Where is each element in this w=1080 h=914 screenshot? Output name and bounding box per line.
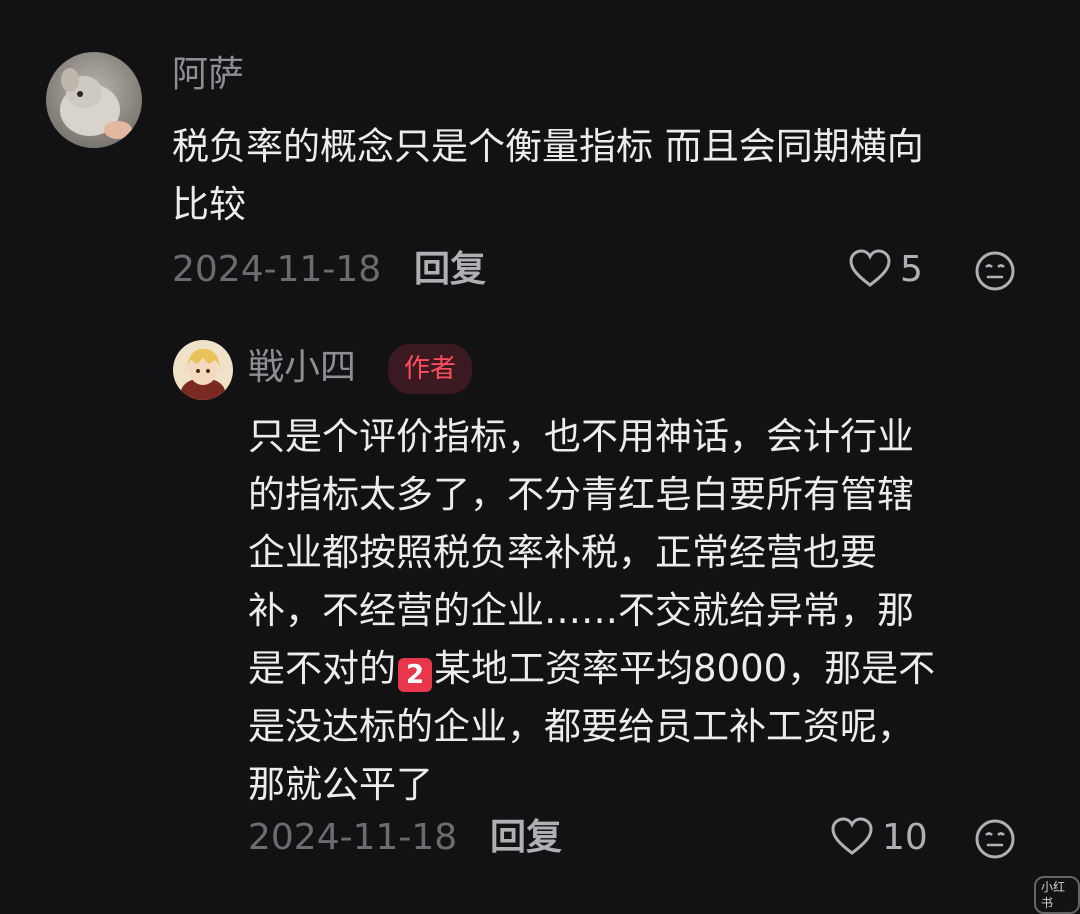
heart-outline-icon (848, 248, 892, 292)
reply-text-segment: 是不对的 (248, 647, 396, 690)
reply-like-button[interactable]: 10 (830, 816, 928, 860)
reply-text-line: 补，不经营的企业……不交就给异常，那 (248, 589, 914, 632)
reply-text-line: 那就公平了 (248, 763, 433, 806)
comment-date: 2024-11-18 (172, 249, 382, 290)
watermark-logo: 小红书 (1034, 876, 1080, 914)
reply-emoji-button[interactable] (974, 818, 1016, 864)
author-badge: 作者 (388, 344, 473, 394)
comment-text: 税负率的概念只是个衡量指标 而且会同期横向 比较 (172, 118, 1042, 234)
reply-username[interactable]: 戦小四 (248, 350, 356, 386)
comment-reply-button[interactable]: 回复 (414, 252, 486, 288)
reply-text-line: 企业都按照税负率补税，正常经营也要 (248, 531, 877, 574)
reply-text-line: 是不对的 2 某地工资率平均8000，那是不 (248, 640, 1038, 698)
reply-text-line: 的指标太多了，不分青红皂白要所有管辖 (248, 473, 914, 516)
reply-text-segment: 某地工资率平均8000，那是不 (434, 647, 936, 690)
reply-reply-button[interactable]: 回复 (490, 820, 562, 856)
commenter-username[interactable]: 阿萨 (172, 57, 244, 93)
reply-text: 只是个评价指标，也不用神话，会计行业 的指标太多了，不分青红皂白要所有管辖 企业… (248, 408, 1038, 814)
comment-text-line: 税负率的概念只是个衡量指标 而且会同期横向 (172, 125, 924, 168)
commenter-avatar[interactable] (46, 52, 142, 148)
emoji-face-icon (974, 251, 1016, 296)
reply-text-line: 是没达标的企业，都要给员工补工资呢， (248, 705, 914, 748)
comment-like-button[interactable]: 5 (848, 248, 923, 292)
reply-like-count: 10 (882, 817, 928, 858)
keycap-two-emoji: 2 (398, 658, 432, 692)
comment-text-line: 比较 (172, 183, 246, 226)
reply-date: 2024-11-18 (248, 817, 458, 858)
heart-outline-icon (830, 816, 874, 860)
comment-emoji-button[interactable] (974, 250, 1016, 296)
reply-text-line: 只是个评价指标，也不用神话，会计行业 (248, 415, 914, 458)
comment-like-count: 5 (900, 249, 923, 290)
emoji-face-icon (974, 819, 1016, 864)
reply-avatar[interactable] (173, 340, 233, 400)
